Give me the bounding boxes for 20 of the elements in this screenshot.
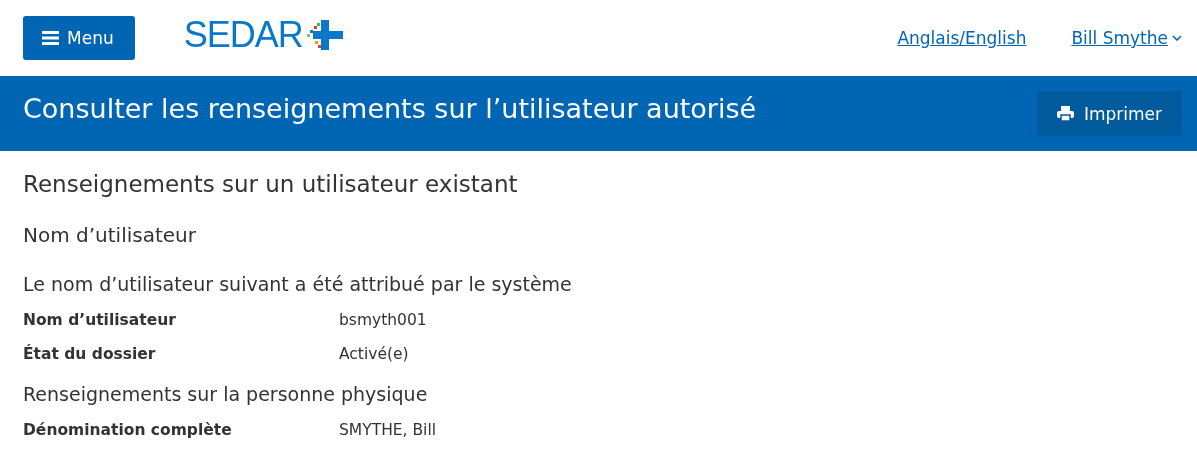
- print-button[interactable]: Imprimer: [1036, 91, 1182, 136]
- plus-icon: [304, 20, 343, 50]
- field-value: bsmyth001: [339, 311, 427, 329]
- section-heading: Renseignements sur un utilisateur existant: [23, 171, 519, 197]
- user-menu-link[interactable]: Bill Smythe: [1071, 28, 1182, 48]
- printer-icon: [1056, 106, 1074, 121]
- page-title: Consulter les renseignements sur l’utilisateur autorisé: [23, 93, 757, 124]
- field-label: État du dossier: [23, 345, 156, 363]
- group-heading: Le nom d’utilisateur suivant a été attribué par le système: [23, 273, 573, 295]
- menu-button[interactable]: Menu: [23, 16, 135, 60]
- field-value: SMYTHE, Bill: [339, 421, 436, 439]
- language-link[interactable]: Anglais/English: [897, 28, 1027, 48]
- subsection-heading: Nom d’utilisateur: [23, 223, 197, 247]
- menu-icon: [42, 31, 59, 45]
- group-heading: Renseignements sur la personne physique: [23, 383, 429, 405]
- field-label: Nom d’utilisateur: [23, 311, 176, 329]
- field-value: Activé(e): [339, 345, 409, 363]
- chevron-down-icon: [1172, 35, 1182, 41]
- field-label: Dénomination complète: [23, 421, 232, 439]
- logo-text: SEDAR: [183, 14, 303, 56]
